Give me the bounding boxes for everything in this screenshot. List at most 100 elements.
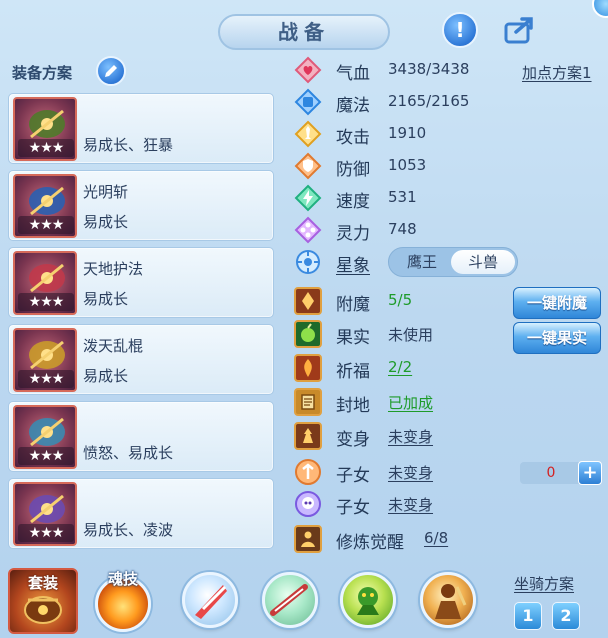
mount-scheme-label[interactable]: 坐骑方案 <box>514 573 574 594</box>
star-rating: ★★★ <box>18 293 74 311</box>
one-click-enchant-button[interactable]: 一键附魔 <box>513 287 601 319</box>
extra-transform-value[interactable]: 未变身 <box>388 426 433 447</box>
stat-attack: 攻击 1910 <box>294 120 594 148</box>
plus-icon: + <box>582 462 598 483</box>
blessing-icon <box>294 354 322 382</box>
child-count-field: 0 <box>520 462 582 484</box>
one-click-fruit-button[interactable]: 一键果实 <box>513 322 601 354</box>
stat-defense-value: 1053 <box>388 156 427 174</box>
pencil-icon <box>105 65 117 77</box>
stat-hp-value: 3438/3438 <box>388 60 470 78</box>
equip-scheme-label: 装备方案 <box>12 64 73 82</box>
star-toggle[interactable]: 鹰王 斗兽 <box>388 247 518 277</box>
extra-enchant-label: 附魔 <box>336 295 370 315</box>
stat-hp-label: 气血 <box>336 64 370 84</box>
equipment-icon: ★★★ <box>13 97 77 161</box>
skill-slot-1[interactable] <box>182 572 238 628</box>
corner-orb-icon[interactable] <box>592 0 608 18</box>
extra-seal-value[interactable]: 已加成 <box>388 392 433 413</box>
child-plus-button[interactable]: + <box>578 461 602 485</box>
equipment-card[interactable]: ★★★ 易成长、狂暴 <box>8 93 274 164</box>
equipment-traits: 易成长 <box>83 213 129 231</box>
equipment-name: 泼天乱棍 <box>83 337 144 355</box>
goblin-icon <box>357 587 379 615</box>
child-counter: 0 + <box>520 461 602 485</box>
equipment-traits: 易成长、凌波 <box>83 521 174 539</box>
toggle-option-eagle[interactable]: 鹰王 <box>391 250 453 274</box>
stat-spirit: 灵力 748 <box>294 216 594 244</box>
equipment-set-label: 套装 <box>27 574 58 592</box>
stat-speed: 速度 531 <box>294 184 594 212</box>
extra-blessing: 祈福 2/2 <box>294 354 594 382</box>
sword-icon <box>294 120 322 148</box>
share-button[interactable] <box>502 12 538 52</box>
extra-blessing-label: 祈福 <box>336 362 370 382</box>
child-badge-icon <box>294 458 322 486</box>
fief-icon <box>294 388 322 416</box>
page-title: 战备 <box>218 14 390 50</box>
spirit-icon <box>294 216 322 244</box>
skill-slot-4[interactable] <box>420 572 476 628</box>
star-rating: ★★★ <box>18 370 74 388</box>
warrior-icon <box>435 584 467 619</box>
extra-transform-label: 变身 <box>336 430 370 450</box>
help-button[interactable]: ! <box>442 12 478 48</box>
stat-spirit-value: 748 <box>388 220 417 238</box>
soul-skill-tile[interactable]: 魂技 <box>92 568 154 634</box>
star-compass-icon <box>294 248 322 276</box>
cultivation-icon <box>294 525 322 553</box>
equipment-icon: ★★★ <box>13 328 77 392</box>
share-icon <box>504 17 533 44</box>
mount-scheme-2-button[interactable]: 2 <box>552 602 580 630</box>
extra-child-1-value[interactable]: 未变身 <box>388 462 433 483</box>
shield-icon <box>294 152 322 180</box>
stat-mp: 魔法 2165/2165 <box>294 88 594 116</box>
mount-scheme-1-button[interactable]: 1 <box>514 602 542 630</box>
extra-child-1-label: 子女 <box>336 466 370 486</box>
extra-child-2-value[interactable]: 未变身 <box>388 494 433 515</box>
fruit-icon <box>294 320 322 348</box>
extra-fruit-label: 果实 <box>336 328 370 348</box>
equipment-art-icon <box>29 186 65 216</box>
extra-cultivation: 修炼觉醒 6/8 <box>294 525 594 553</box>
equipment-card[interactable]: ★★★ 泼天乱棍易成长 <box>8 324 274 395</box>
equipment-traits: 易成长 <box>83 367 129 385</box>
stat-speed-value: 531 <box>388 188 417 206</box>
feather-blade-icon <box>195 585 227 619</box>
edit-scheme-button[interactable] <box>96 56 126 86</box>
extra-seal-label: 封地 <box>336 396 370 416</box>
stat-hp: 气血 3438/3438 <box>294 56 594 84</box>
enchant-icon <box>294 287 322 315</box>
toggle-option-beast[interactable]: 斗兽 <box>451 250 515 274</box>
equipment-card[interactable]: ★★★ 愤怒、易成长 <box>8 401 274 472</box>
equipment-art-icon <box>29 263 65 293</box>
equipment-art-icon <box>29 494 65 524</box>
transform-icon <box>294 422 322 450</box>
mana-icon <box>294 88 322 116</box>
stat-mp-value: 2165/2165 <box>388 92 470 110</box>
equipment-icon: ★★★ <box>13 251 77 315</box>
stat-spirit-label: 灵力 <box>336 224 370 244</box>
stat-star-label[interactable]: 星象 <box>336 251 370 276</box>
equipment-set-tile[interactable]: 套装 <box>8 568 78 634</box>
equipment-traits: 愤怒、易成长 <box>83 444 174 462</box>
skill-slot-2[interactable] <box>262 572 318 628</box>
star-rating: ★★★ <box>18 447 74 465</box>
stat-mp-label: 魔法 <box>336 96 370 116</box>
equipment-name: 光明斩 <box>83 183 129 201</box>
extra-blessing-value[interactable]: 2/2 <box>388 358 412 376</box>
skill-slot-3[interactable] <box>340 572 396 628</box>
equipment-traits: 易成长 <box>83 290 129 308</box>
lightning-icon <box>294 184 322 212</box>
equipment-card[interactable]: ★★★ 易成长、凌波 <box>8 478 274 549</box>
equipment-card[interactable]: ★★★ 光明斩易成长 <box>8 170 274 241</box>
star-rating: ★★★ <box>18 524 74 542</box>
stat-speed-label: 速度 <box>336 192 370 212</box>
extra-child-2: 子女 未变身 <box>294 490 594 518</box>
extra-cultivation-value[interactable]: 6/8 <box>424 529 448 547</box>
equipment-card[interactable]: ★★★ 天地护法 易成长 <box>8 247 274 318</box>
equipment-art-icon <box>29 109 65 139</box>
soul-skill-label: 魂技 <box>107 570 138 588</box>
star-rating: ★★★ <box>18 139 74 157</box>
equipment-icon: ★★★ <box>13 174 77 238</box>
